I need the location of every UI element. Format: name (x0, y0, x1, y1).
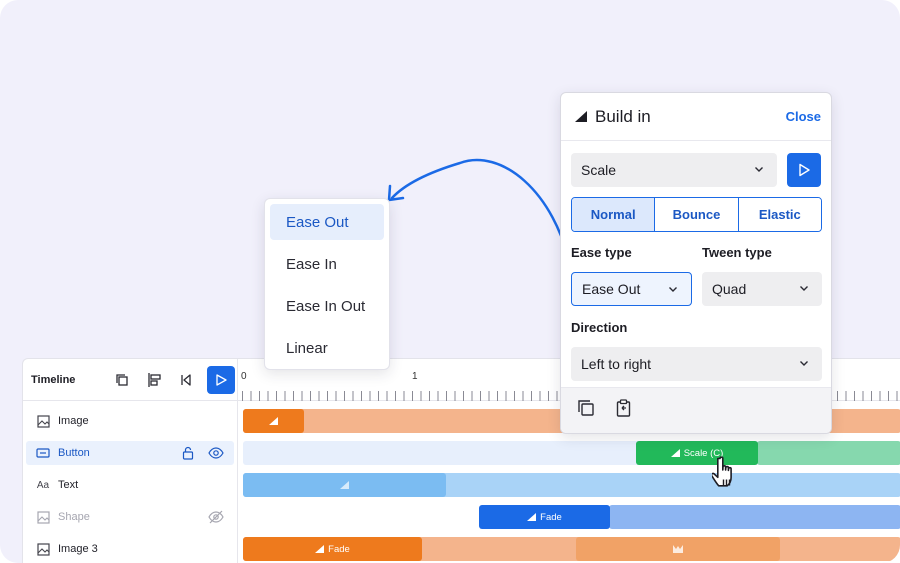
close-button[interactable]: Close (786, 109, 821, 124)
chevron-down-icon (755, 167, 763, 172)
workspace-canvas: Timeline 0 1 Image Button Aa Text Shape … (0, 0, 900, 563)
effect-select[interactable]: Scale (571, 153, 777, 187)
track-button-hold (757, 441, 900, 465)
layer-label: Shape (58, 511, 90, 523)
image-icon (36, 510, 50, 524)
layer-label: Image 3 (58, 543, 98, 555)
build-in-panel: Build in Close Scale Normal Bounce Elast… (560, 92, 832, 434)
direction-value: Left to right (581, 356, 652, 372)
effect-select-value: Scale (581, 162, 617, 178)
chevron-down-icon (800, 361, 808, 366)
fade-animation-bar[interactable]: Fade (479, 505, 610, 529)
play-icon (799, 163, 810, 177)
layer-text[interactable]: Aa Text (26, 473, 234, 497)
ease-type-label: Ease type (571, 245, 632, 260)
hand-cursor-icon (712, 456, 732, 487)
build-in-icon (575, 111, 587, 122)
timeline-header: Timeline (23, 359, 237, 401)
copy-icon[interactable] (577, 399, 595, 422)
ease-icon (527, 513, 537, 521)
ruler-label: 0 (241, 371, 247, 382)
align-icon[interactable] (143, 369, 165, 391)
tween-type-label: Tween type (702, 245, 772, 260)
eye-icon[interactable] (208, 447, 224, 459)
track-shape[interactable] (609, 505, 900, 529)
ease-icon (340, 481, 349, 489)
animation-bar[interactable] (576, 537, 780, 561)
ease-icon (670, 449, 680, 457)
timeline-title: Timeline (31, 373, 76, 386)
animation-bar[interactable] (243, 473, 446, 497)
layer-image[interactable]: Image (26, 409, 234, 433)
dropdown-option-ease-in[interactable]: Ease In (270, 246, 384, 282)
dropdown-option-ease-out[interactable]: Ease Out (270, 204, 384, 240)
animation-bar-label: Fade (328, 543, 350, 555)
layer-shape[interactable]: Shape (26, 505, 234, 529)
dropdown-option-linear[interactable]: Linear (270, 330, 384, 366)
tween-type-select[interactable]: Quad (702, 272, 822, 306)
ease-type-dropdown: Ease Out Ease In Ease In Out Linear (264, 198, 390, 370)
mode-normal-tab[interactable]: Normal (572, 198, 656, 231)
fade-animation-bar[interactable]: Fade (243, 537, 422, 561)
preview-play-button[interactable] (787, 153, 821, 187)
paste-icon[interactable] (615, 399, 633, 422)
layer-image-3[interactable]: Image 3 (26, 537, 234, 561)
layer-label: Button (58, 447, 90, 459)
direction-select[interactable]: Left to right (571, 347, 822, 381)
chevron-down-icon (669, 287, 677, 292)
ease-icon (269, 417, 278, 425)
timeline-play-button[interactable] (207, 365, 235, 394)
ease-icon (315, 545, 325, 553)
animation-bar[interactable] (243, 409, 304, 433)
direction-label: Direction (571, 320, 628, 335)
build-in-footer (561, 387, 831, 433)
panel-title: Build in (595, 106, 651, 126)
chevron-down-icon (800, 286, 808, 291)
mode-segmented-control: Normal Bounce Elastic (571, 197, 822, 232)
mode-bounce-tab[interactable]: Bounce (655, 198, 739, 231)
animation-bar-label: Fade (540, 511, 562, 523)
skip-to-start-icon[interactable] (175, 369, 197, 391)
image-icon (36, 414, 50, 428)
eye-off-icon[interactable] (208, 510, 224, 524)
bounce-icon (673, 545, 683, 553)
tween-type-value: Quad (712, 281, 747, 297)
layer-button[interactable]: Button (26, 441, 234, 465)
dropdown-option-ease-in-out[interactable]: Ease In Out (270, 288, 384, 324)
ease-type-value: Ease Out (582, 281, 641, 297)
layer-label: Text (58, 479, 79, 491)
ruler-label: 1 (412, 371, 418, 382)
button-icon (36, 446, 50, 460)
duplicate-icon[interactable] (111, 369, 133, 391)
image-icon (36, 542, 50, 556)
mode-elastic-tab[interactable]: Elastic (738, 198, 821, 231)
layer-label: Image (58, 415, 89, 427)
unlock-icon[interactable] (182, 446, 194, 460)
ease-type-select[interactable]: Ease Out (571, 272, 692, 306)
text-icon: Aa (36, 479, 50, 491)
play-icon (216, 373, 227, 386)
